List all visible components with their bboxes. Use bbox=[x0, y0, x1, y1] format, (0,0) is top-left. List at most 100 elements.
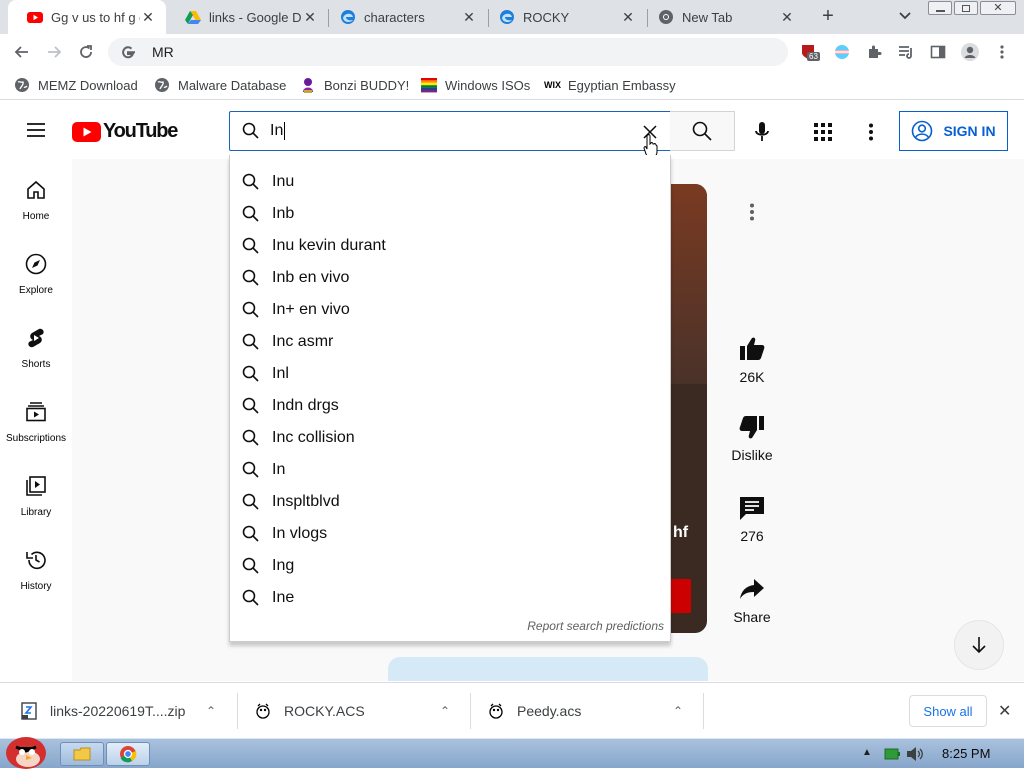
show-all-downloads-button[interactable]: Show all bbox=[909, 695, 987, 727]
taskbar-chrome-button[interactable] bbox=[106, 742, 150, 766]
guide-item-home[interactable]: Home bbox=[0, 179, 72, 253]
sign-in-button[interactable]: SIGN IN bbox=[899, 111, 1008, 151]
chevron-up-icon[interactable]: ⌃ bbox=[440, 704, 450, 718]
chevron-down-icon[interactable] bbox=[898, 11, 912, 21]
tab-characters[interactable]: characters ✕ bbox=[321, 0, 487, 34]
guide-item-history[interactable]: History bbox=[0, 549, 72, 623]
restore-button[interactable] bbox=[954, 1, 978, 15]
suggestion-item[interactable]: Inspltblvd bbox=[230, 486, 670, 518]
report-search-predictions-link[interactable]: Report search predictions bbox=[527, 619, 664, 633]
close-tab-icon[interactable]: ✕ bbox=[302, 9, 318, 25]
download-item[interactable]: links-20220619T....zip ⌃ bbox=[20, 683, 236, 739]
guide-item-library[interactable]: Library bbox=[0, 475, 72, 549]
search-icon bbox=[242, 589, 259, 606]
scroll-down-button[interactable] bbox=[954, 620, 1004, 670]
close-tab-icon[interactable]: ✕ bbox=[140, 9, 156, 25]
suggestion-item[interactable]: Ine bbox=[230, 582, 670, 614]
bookmark-memz[interactable]: MEMZ Download bbox=[14, 76, 138, 94]
suggestion-item[interactable]: Inc collision bbox=[230, 422, 670, 454]
guide-item-subscriptions[interactable]: Subscriptions bbox=[0, 401, 72, 475]
close-tab-icon[interactable]: ✕ bbox=[461, 9, 477, 25]
tab-new-tab[interactable]: New Tab ✕ bbox=[639, 0, 805, 34]
close-shelf-icon[interactable]: ✕ bbox=[998, 701, 1011, 721]
extension-badge: 63 bbox=[807, 52, 820, 61]
guide-label: Home bbox=[22, 211, 50, 222]
guide-item-shorts[interactable]: Shorts bbox=[0, 327, 72, 401]
next-video-card[interactable] bbox=[388, 657, 708, 681]
bookmark-malware-database[interactable]: Malware Database bbox=[154, 76, 286, 94]
battery-power-icon[interactable] bbox=[884, 748, 900, 760]
search-query: In bbox=[270, 122, 284, 139]
side-panel-icon[interactable] bbox=[930, 44, 946, 60]
suggestion-item[interactable]: In bbox=[230, 454, 670, 486]
search-icon bbox=[242, 429, 259, 446]
edge-icon bbox=[341, 10, 355, 24]
suggestion-item[interactable]: Inl bbox=[230, 358, 670, 390]
reload-button[interactable] bbox=[72, 38, 100, 66]
address-bar[interactable]: MR bbox=[108, 38, 788, 66]
taskbar-explorer-button[interactable] bbox=[60, 742, 104, 766]
suggestion-item[interactable]: Indn drgs bbox=[230, 390, 670, 422]
chevron-up-icon[interactable]: ⌃ bbox=[673, 704, 683, 718]
start-button-angry-bird-icon[interactable] bbox=[2, 731, 48, 769]
chrome-menu-icon[interactable] bbox=[998, 44, 1006, 60]
pride-flag-extension-icon[interactable] bbox=[834, 44, 850, 60]
subscribe-button-partial[interactable] bbox=[669, 579, 691, 613]
suggestion-item[interactable]: Inb en vivo bbox=[230, 262, 670, 294]
chevron-up-icon[interactable]: ⌃ bbox=[206, 704, 216, 718]
close-tab-icon[interactable]: ✕ bbox=[779, 9, 795, 25]
suggestion-item[interactable]: In vlogs bbox=[230, 518, 670, 550]
close-window-button[interactable]: ✕ bbox=[980, 1, 1016, 15]
suggestion-item[interactable]: Inb bbox=[230, 198, 670, 230]
wix-icon: WIX bbox=[544, 80, 561, 90]
video-player[interactable]: hf bbox=[669, 184, 707, 633]
youtube-logo[interactable]: YouTube bbox=[72, 120, 178, 143]
show-hidden-icons-icon[interactable]: ▲ bbox=[862, 747, 872, 758]
suggestion-item[interactable]: In+ en vivo bbox=[230, 294, 670, 326]
share-button[interactable]: Share bbox=[722, 575, 782, 625]
tab-youtube[interactable]: Gg v us to hf g g ✕ bbox=[8, 0, 166, 34]
suggestion-item[interactable]: Inu kevin durant bbox=[230, 230, 670, 262]
video-overlay-text: hf bbox=[673, 524, 689, 541]
forward-button[interactable] bbox=[40, 38, 68, 66]
search-button[interactable] bbox=[670, 111, 735, 151]
media-control-icon[interactable] bbox=[898, 44, 914, 60]
suggestion-item[interactable]: Inc asmr bbox=[230, 326, 670, 358]
google-icon bbox=[122, 46, 135, 59]
bookmark-bonzi-buddy[interactable]: Bonzi BUDDY! bbox=[300, 76, 409, 94]
suggestion-text: Inl bbox=[272, 365, 289, 382]
puzzle-extensions-icon[interactable] bbox=[866, 44, 882, 60]
guide-item-explore[interactable]: Explore bbox=[0, 253, 72, 327]
guide-label: Shorts bbox=[21, 359, 51, 370]
profile-avatar-icon[interactable] bbox=[960, 42, 980, 62]
suggestion-item[interactable]: Inu bbox=[230, 166, 670, 198]
bookmark-windows-isos[interactable]: Windows ISOs bbox=[421, 76, 530, 94]
tab-rocky[interactable]: ROCKY ✕ bbox=[480, 0, 646, 34]
download-item[interactable]: ROCKY.ACS ⌃ bbox=[254, 683, 470, 739]
tab-links[interactable]: links - Google D ✕ bbox=[166, 0, 328, 34]
apps-grid-icon[interactable] bbox=[814, 123, 832, 141]
search-icon bbox=[242, 557, 259, 574]
download-item[interactable]: Peedy.acs ⌃ bbox=[487, 683, 703, 739]
microphone-icon[interactable] bbox=[754, 121, 770, 143]
new-tab-button[interactable]: + bbox=[818, 6, 838, 27]
close-tab-icon[interactable]: ✕ bbox=[620, 9, 636, 25]
like-button[interactable]: 26K bbox=[722, 335, 782, 385]
suggestion-item[interactable]: Ing bbox=[230, 550, 670, 582]
share-arrow-icon bbox=[740, 579, 764, 599]
search-input[interactable]: In bbox=[229, 111, 671, 151]
more-options-icon[interactable] bbox=[867, 123, 875, 141]
suggestion-text: In+ en vivo bbox=[272, 301, 350, 318]
tab-strip: Gg v us to hf g g ✕ links - Google D ✕ c… bbox=[0, 0, 1024, 34]
back-button[interactable] bbox=[8, 38, 36, 66]
dislike-button[interactable]: Dislike bbox=[722, 413, 782, 463]
hamburger-menu-icon[interactable] bbox=[26, 122, 46, 138]
extension-shield-button[interactable]: 63 bbox=[800, 43, 820, 61]
taskbar-clock[interactable]: 8:25 PM bbox=[942, 746, 990, 761]
minimize-button[interactable] bbox=[928, 1, 952, 15]
bookmark-egyptian-embassy[interactable]: WIX Egyptian Embassy bbox=[544, 76, 676, 94]
comments-button[interactable]: 276 bbox=[722, 494, 782, 544]
video-more-options-icon[interactable] bbox=[748, 203, 756, 221]
speaker-volume-icon[interactable] bbox=[906, 746, 924, 762]
suggestion-text: Ing bbox=[272, 557, 295, 574]
